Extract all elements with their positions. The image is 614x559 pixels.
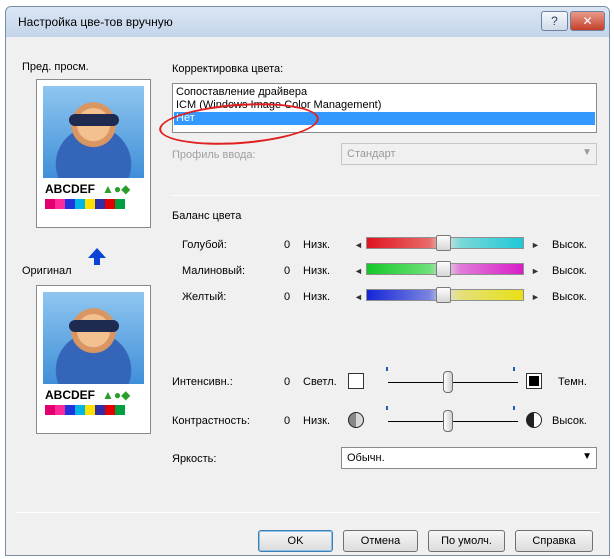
- bottom-separator: [16, 512, 600, 513]
- color-swatch: [105, 405, 115, 415]
- color-swatch: [115, 199, 125, 209]
- input-profile-value: Стандарт: [347, 148, 396, 160]
- intensity-slider-thumb[interactable]: [443, 371, 453, 393]
- color-swatch: [55, 405, 65, 415]
- preview-sample-shapes: ▲●◆: [102, 182, 131, 196]
- magenta-value: 0: [284, 265, 291, 277]
- separator: [172, 195, 600, 196]
- cyan-left-arrow-icon[interactable]: ◄: [354, 240, 363, 250]
- brightness-label: Яркость:: [172, 453, 217, 465]
- cyan-high-label: Высок.: [552, 239, 587, 251]
- yellow-label: Желтый:: [182, 291, 227, 303]
- preview-image: ABCDEF ▲●◆: [36, 79, 151, 228]
- high-contrast-icon: [526, 412, 542, 428]
- magenta-slider[interactable]: [366, 261, 524, 277]
- preview-photo: [43, 86, 144, 178]
- intensity-value: 0: [284, 376, 291, 388]
- magenta-right-arrow-icon[interactable]: ►: [531, 266, 540, 276]
- intensity-low-label: Светл.: [303, 376, 337, 388]
- original-photo: [43, 292, 144, 384]
- chevron-down-icon: ▼: [582, 451, 592, 462]
- original-sample-text: ABCDEF: [45, 388, 95, 402]
- window-title: Настройка цве-тов вручную: [18, 15, 173, 29]
- contrast-value: 0: [284, 415, 291, 427]
- color-swatch: [45, 405, 55, 415]
- color-swatch: [105, 199, 115, 209]
- yellow-low-label: Низк.: [303, 291, 331, 303]
- contrast-label: Контрастность:: [172, 415, 250, 427]
- intensity-slider-track[interactable]: [388, 382, 518, 383]
- yellow-right-arrow-icon[interactable]: ►: [531, 292, 540, 302]
- cancel-button[interactable]: Отмена: [343, 530, 418, 552]
- preview-swatches: [45, 199, 125, 209]
- color-swatch: [95, 405, 105, 415]
- color-swatch: [75, 199, 85, 209]
- cyan-slider-thumb[interactable]: [436, 235, 451, 251]
- contrast-slider-track[interactable]: [388, 421, 518, 422]
- color-swatch: [85, 405, 95, 415]
- color-correction-label: Корректировка цвета:: [172, 63, 284, 75]
- yellow-slider[interactable]: [366, 287, 524, 303]
- input-profile-select[interactable]: Стандарт ▼: [341, 143, 597, 165]
- title-bar: Настройка цве-тов вручную ? ✕: [6, 7, 609, 37]
- color-swatch: [55, 199, 65, 209]
- color-swatch: [95, 199, 105, 209]
- contrast-high-label: Высок.: [552, 415, 587, 427]
- cyan-low-label: Низк.: [303, 239, 331, 251]
- cyan-label: Голубой:: [182, 239, 227, 251]
- contrast-slider-thumb[interactable]: [443, 410, 453, 432]
- yellow-slider-thumb[interactable]: [436, 287, 451, 303]
- arrow-up-icon-stem: [94, 257, 100, 265]
- help-button[interactable]: Справка: [515, 530, 593, 552]
- magenta-slider-thumb[interactable]: [436, 261, 451, 277]
- yellow-high-label: Высок.: [552, 291, 587, 303]
- original-swatches: [45, 405, 125, 415]
- brightness-value: Обычн.: [347, 452, 385, 464]
- ok-button[interactable]: OK: [258, 530, 333, 552]
- close-icon[interactable]: ✕: [570, 11, 605, 31]
- chevron-down-icon: ▼: [582, 147, 592, 158]
- color-swatch: [75, 405, 85, 415]
- color-swatch: [115, 405, 125, 415]
- preview-sample-text: ABCDEF: [45, 182, 95, 196]
- light-tone-icon: [348, 373, 364, 389]
- magenta-label: Малиновый:: [182, 265, 246, 277]
- dialog-window: Настройка цве-тов вручную ? ✕ Пред. прос…: [5, 6, 610, 556]
- original-label: Оригинал: [22, 265, 72, 277]
- cyan-value: 0: [284, 239, 291, 251]
- yellow-value: 0: [284, 291, 291, 303]
- magenta-high-label: Высок.: [552, 265, 587, 277]
- low-contrast-icon: [348, 412, 364, 428]
- color-swatch: [65, 199, 75, 209]
- yellow-left-arrow-icon[interactable]: ◄: [354, 292, 363, 302]
- original-sample-shapes: ▲●◆: [102, 388, 131, 402]
- color-swatch: [85, 199, 95, 209]
- help-titlebar-button[interactable]: ?: [541, 11, 568, 31]
- dark-tone-icon: [526, 373, 542, 389]
- intensity-label: Интенсивн.:: [172, 376, 233, 388]
- magenta-left-arrow-icon[interactable]: ◄: [354, 266, 363, 276]
- brightness-select[interactable]: Обычн. ▼: [341, 447, 597, 469]
- contrast-low-label: Низк.: [303, 415, 331, 427]
- color-swatch: [65, 405, 75, 415]
- cyan-right-arrow-icon[interactable]: ►: [531, 240, 540, 250]
- color-balance-label: Баланс цвета: [172, 210, 242, 222]
- original-image: ABCDEF ▲●◆: [36, 285, 151, 434]
- intensity-high-label: Темн.: [558, 376, 587, 388]
- color-swatch: [45, 199, 55, 209]
- cyan-slider[interactable]: [366, 235, 524, 251]
- defaults-button[interactable]: По умолч.: [428, 530, 505, 552]
- preview-label: Пред. просм.: [22, 61, 89, 73]
- list-item-driver-matching[interactable]: Сопоставление драйвера: [176, 86, 307, 99]
- magenta-low-label: Низк.: [303, 265, 331, 277]
- input-profile-label: Профиль ввода:: [172, 149, 256, 161]
